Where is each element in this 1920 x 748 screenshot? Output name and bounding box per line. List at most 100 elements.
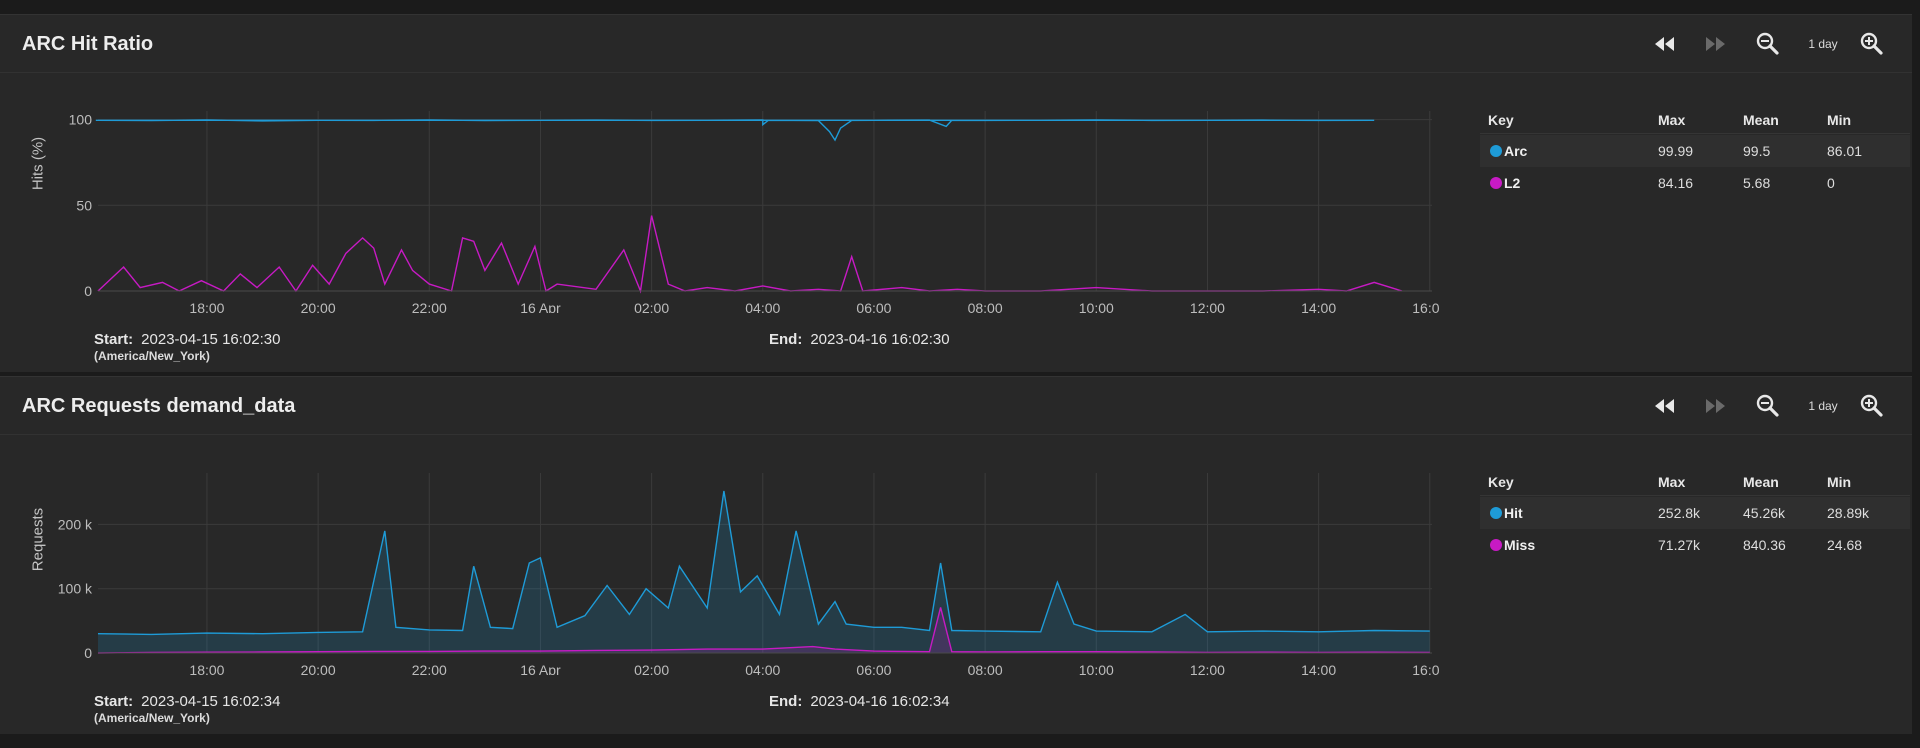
zoom-out-icon[interactable] (1755, 31, 1781, 57)
rewind-icon[interactable] (1652, 393, 1678, 419)
arc-hit-ratio-panel: ARC Hit Ratio 1 day 18:00 20:00 22:00 16 Ap… (0, 14, 1912, 372)
legend-min-value: 28.89k (1827, 505, 1870, 521)
legend-max-value: 71.27k (1658, 537, 1701, 553)
legend-mean-value: 45.26k (1743, 505, 1786, 521)
legend-header: Key Max Mean Min (1480, 466, 1910, 496)
x-tick-label: 22:00 (412, 662, 447, 675)
x-tick-label: 18:00 (189, 300, 224, 313)
legend-max-value: 84.16 (1658, 175, 1694, 191)
hit-ratio-plot[interactable]: 18:00 20:00 22:00 16 Apr 02:00 04:00 06:00 08:0… (0, 73, 1440, 313)
x-tick-label: 10:00 (1079, 662, 1114, 675)
time-toolbar: 1 day (1652, 31, 1912, 57)
end-label: End: (769, 331, 803, 348)
legend-row-hit[interactable]: Hit 252.8k 45.26k 28.89k (1480, 497, 1910, 529)
zoom-in-icon[interactable] (1859, 31, 1885, 57)
requests-plot[interactable]: 18:00 20:00 22:00 16 Apr 02:00 04:00 06:00 08:0… (0, 435, 1440, 675)
legend-row-l2[interactable]: L2 84.16 5.68 0 (1480, 167, 1910, 199)
x-tick-label: 08:00 (968, 300, 1003, 313)
x-tick-label: 10:00 (1079, 300, 1114, 313)
fast-forward-icon[interactable] (1702, 31, 1728, 57)
y-tick-label: 200 k (58, 516, 93, 532)
legend-mean-header: Mean (1743, 112, 1779, 128)
start-label: Start: (94, 693, 134, 710)
series-line-arc (95, 119, 1375, 142)
y-tick-label: 100 (69, 112, 93, 128)
requests-chart: 18:00 20:00 22:00 16 Apr 02:00 04:00 06:00 08:0… (0, 435, 1440, 735)
panel-header: ARC Requests demand_data 1 day (0, 377, 1912, 435)
start-time: Start: 2023-04-15 16:02:30 (94, 331, 280, 348)
start-time: Start: 2023-04-15 16:02:34 (94, 693, 280, 710)
legend-min-value: 0 (1827, 175, 1835, 191)
start-value: 2023-04-15 16:02:30 (141, 331, 281, 348)
legend-series-name: Miss (1504, 537, 1536, 553)
x-tick-label: 02:00 (634, 662, 669, 675)
x-tick-label: 14:00 (1301, 300, 1336, 313)
panel-title: ARC Requests demand_data (22, 395, 296, 417)
y-tick-label: 100 k (58, 581, 93, 597)
legend-row-arc[interactable]: Arc 99.99 99.5 86.01 (1480, 135, 1910, 167)
legend-series-name: Hit (1504, 505, 1523, 521)
x-tick-label: 06:00 (856, 300, 891, 313)
x-tick-label: 16:00 (1412, 300, 1440, 313)
y-tick-label: 50 (76, 197, 92, 213)
end-value: 2023-04-16 16:02:34 (810, 693, 950, 710)
x-tick-label: 20:00 (301, 662, 336, 675)
panel-header: ARC Hit Ratio 1 day (0, 15, 1912, 73)
legend-min-header: Min (1827, 474, 1852, 490)
y-tick-label: 0 (84, 283, 92, 299)
start-label: Start: (94, 331, 134, 348)
series-line-l2 (97, 215, 1403, 294)
x-tick-label: 16 Apr (520, 662, 561, 675)
zoom-in-icon[interactable] (1859, 393, 1885, 419)
legend-key-header: Key (1488, 474, 1514, 490)
fast-forward-icon[interactable] (1702, 393, 1728, 419)
series-color-dot (1490, 177, 1502, 189)
legend-mean-value: 840.36 (1743, 537, 1786, 553)
x-tick-label: 18:00 (189, 662, 224, 675)
end-label: End: (769, 693, 803, 710)
legend-series-name: L2 (1504, 175, 1521, 191)
legend-key-header: Key (1488, 112, 1514, 128)
end-time: End: 2023-04-16 16:02:34 (769, 693, 950, 710)
timezone-label: (America/New_York) (94, 711, 210, 725)
x-tick-label: 12:00 (1190, 662, 1225, 675)
y-axis-label: Hits (%) (29, 136, 47, 191)
series-color-dot (1490, 145, 1502, 157)
legend-min-header: Min (1827, 112, 1852, 128)
legend-series-name: Arc (1504, 143, 1528, 159)
x-tick-label: 22:00 (412, 300, 447, 313)
start-value: 2023-04-15 16:02:34 (141, 693, 281, 710)
end-value: 2023-04-16 16:02:30 (810, 331, 950, 348)
series-color-dot (1490, 507, 1502, 519)
legend-mean-value: 5.68 (1743, 175, 1771, 191)
panel-title: ARC Hit Ratio (22, 33, 154, 55)
legend-min-value: 86.01 (1827, 143, 1863, 159)
x-tick-label: 14:00 (1301, 662, 1336, 675)
x-tick-label: 04:00 (745, 662, 780, 675)
legend-header: Key Max Mean Min (1480, 104, 1910, 134)
x-tick-label: 04:00 (745, 300, 780, 313)
hit-ratio-chart: 18:00 20:00 22:00 16 Apr 02:00 04:00 06:00 08:0… (0, 73, 1440, 373)
zoom-out-icon[interactable] (1755, 393, 1781, 419)
end-time: End: 2023-04-16 16:02:30 (769, 331, 950, 348)
x-tick-label: 20:00 (301, 300, 336, 313)
x-tick-label: 12:00 (1190, 300, 1225, 313)
legend-mean-header: Mean (1743, 474, 1779, 490)
legend-mean-value: 99.5 (1743, 143, 1771, 159)
legend-row-miss[interactable]: Miss 71.27k 840.36 24.68 (1480, 529, 1910, 561)
range-label: 1 day (1808, 399, 1838, 413)
rewind-icon[interactable] (1652, 31, 1678, 57)
x-tick-label: 02:00 (634, 300, 669, 313)
x-tick-label: 16 Apr (520, 300, 561, 313)
timezone-label: (America/New_York) (94, 349, 210, 363)
y-axis-label: Requests (29, 507, 47, 572)
legend-max-value: 252.8k (1658, 505, 1701, 521)
x-tick-label: 06:00 (856, 662, 891, 675)
time-toolbar: 1 day (1652, 393, 1912, 419)
series-area-hit (98, 491, 1430, 653)
legend-max-header: Max (1658, 474, 1686, 490)
y-tick-label: 0 (84, 645, 92, 661)
arc-requests-panel: ARC Requests demand_data 1 day 18:00 20:0… (0, 376, 1912, 734)
range-label: 1 day (1808, 37, 1838, 51)
x-tick-label: 16:00 (1412, 662, 1440, 675)
